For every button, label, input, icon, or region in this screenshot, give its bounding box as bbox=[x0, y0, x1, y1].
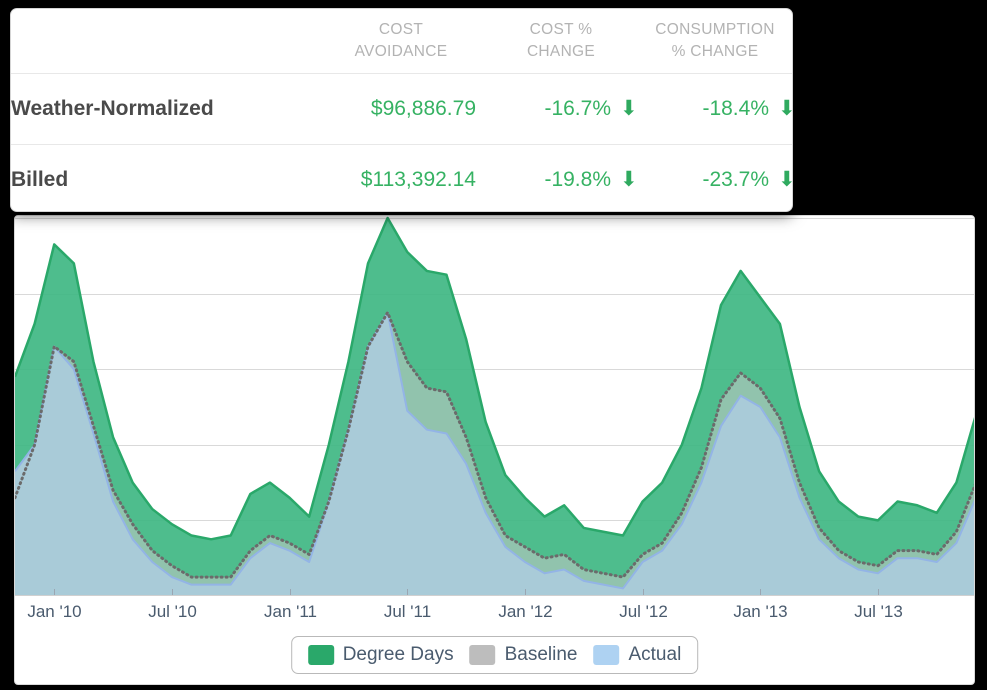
arrow-down-icon: ⬇ bbox=[620, 96, 638, 120]
area-chart-svg[interactable] bbox=[15, 216, 975, 596]
summary-table-head: COST AVOIDANCE COST % CHANGE CONSUMPTION… bbox=[11, 9, 792, 73]
summary-table-body: Weather-Normalized $96,886.79 -16.7% ⬇ -18.4… bbox=[11, 73, 792, 211]
legend-swatch-icon bbox=[469, 645, 496, 665]
summary-card: COST AVOIDANCE COST % CHANGE CONSUMPTION… bbox=[10, 8, 793, 212]
legend-label: Actual bbox=[628, 644, 682, 665]
x-axis-label: Jan '10 bbox=[27, 602, 82, 621]
chart-card: Billed $113,392.14 -19.8% ▲ -23.7% ▲ bbox=[14, 215, 975, 685]
legend-label: Baseline bbox=[504, 644, 578, 665]
summary-consumption-pct-change-value: -18.4% ⬇ bbox=[636, 73, 792, 144]
header-cost-avoidance: COST AVOIDANCE bbox=[316, 9, 486, 73]
summary-row-label: Billed bbox=[11, 144, 316, 211]
x-axis-label: Jan '13 bbox=[733, 602, 788, 621]
x-axis-label: Jul '11 bbox=[383, 602, 432, 621]
summary-cost-pct-change-value-text: -16.7% bbox=[544, 96, 611, 120]
x-axis-label: Jul '13 bbox=[854, 602, 903, 621]
summary-consumption-pct-change-value-text: -23.7% bbox=[702, 167, 769, 191]
x-axis-label: Jul '12 bbox=[619, 602, 668, 621]
legend-item-baseline[interactable]: Baseline bbox=[469, 644, 578, 666]
summary-consumption-pct-change-value-text: -18.4% bbox=[702, 96, 769, 120]
header-cost-pct-line2: CHANGE bbox=[526, 43, 596, 61]
summary-cost-avoidance-value: $113,392.14 bbox=[316, 144, 486, 211]
header-consumption-line2: % CHANGE bbox=[671, 43, 759, 61]
legend-swatch-icon bbox=[593, 645, 620, 665]
summary-cost-pct-change-value: -16.7% ⬇ bbox=[486, 73, 638, 144]
cost-avoidance-amount: $113,392.14 bbox=[360, 167, 476, 191]
header-cost-avoidance-line1: COST bbox=[378, 21, 424, 38]
x-axis-label: Jul '10 bbox=[148, 602, 197, 621]
x-axis-label: Jan '11 bbox=[263, 602, 318, 621]
summary-row-label: Weather-Normalized bbox=[11, 96, 214, 120]
summary-cost-pct-change-value-text: -19.8% bbox=[544, 167, 611, 191]
chart-legend[interactable]: Degree Days Baseline Actual bbox=[290, 636, 699, 674]
header-consumption-line1: CONSUMPTION bbox=[655, 21, 775, 38]
summary-header-row: COST AVOIDANCE COST % CHANGE CONSUMPTION… bbox=[11, 9, 792, 73]
header-cost-pct-line1: COST % bbox=[529, 21, 593, 38]
legend-item-actual[interactable]: Actual bbox=[593, 644, 681, 666]
header-consumption-pct-change: CONSUMPTION % CHANGE bbox=[636, 9, 792, 73]
summary-row: Weather-Normalized $96,886.79 -16.7% ⬇ -18.4… bbox=[11, 73, 792, 144]
summary-row: Billed $113,392.14 -19.8% ⬇ -23.7% ⬇ bbox=[11, 144, 792, 211]
legend-label: Degree Days bbox=[342, 644, 454, 665]
x-axis-labels: Jan '10 Jul '10 Jan '11 Jul '11 Jan '12 Jul '… bbox=[15, 596, 974, 636]
chart-plot-area[interactable] bbox=[15, 216, 975, 596]
summary-cost-avoidance-value: $96,886.79 bbox=[316, 73, 486, 144]
arrow-down-icon: ⬇ bbox=[778, 169, 792, 190]
summary-consumption-pct-change-value: -23.7% ⬇ bbox=[636, 144, 792, 211]
summary-table: COST AVOIDANCE COST % CHANGE CONSUMPTION… bbox=[11, 9, 792, 211]
legend-item-degree-days[interactable]: Degree Days bbox=[307, 644, 454, 666]
arrow-down-icon: ⬇ bbox=[620, 167, 638, 191]
header-blank bbox=[11, 9, 316, 73]
cost-avoidance-amount: $96,886.79 bbox=[370, 96, 476, 120]
header-cost-pct-change: COST % CHANGE bbox=[486, 9, 636, 73]
arrow-down-icon: ⬇ bbox=[778, 98, 792, 119]
header-cost-avoidance-line2: AVOIDANCE bbox=[354, 43, 448, 61]
x-axis-label: Jan '12 bbox=[498, 602, 553, 621]
legend-swatch-icon bbox=[307, 645, 334, 665]
summary-cost-pct-change-value: -19.8% ⬇ bbox=[486, 144, 638, 211]
